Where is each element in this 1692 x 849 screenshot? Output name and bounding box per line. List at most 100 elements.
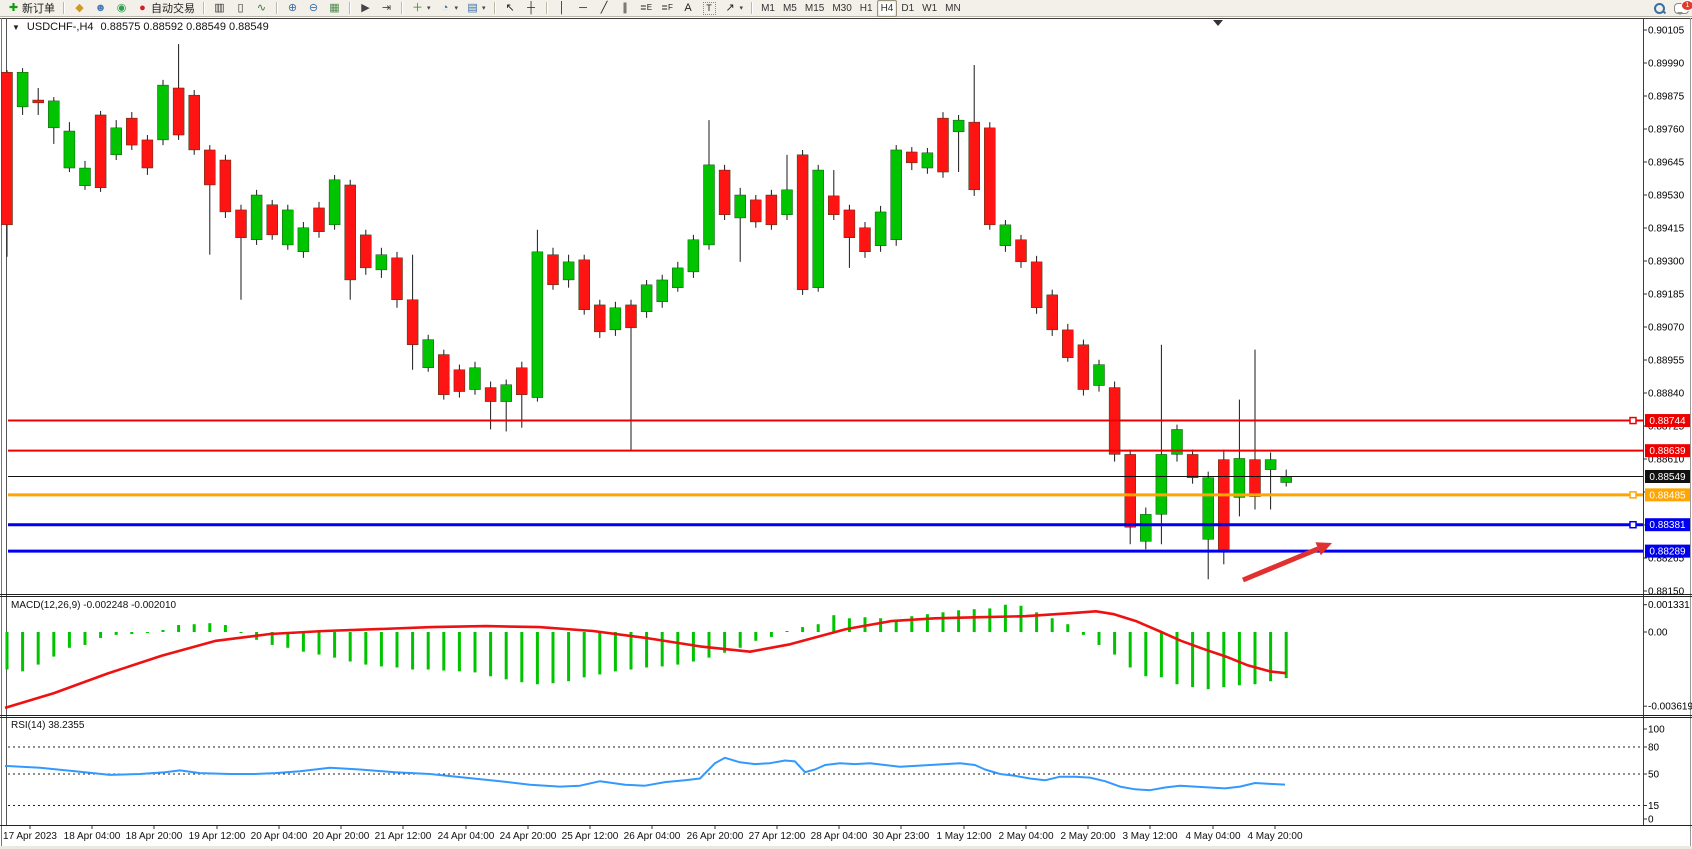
search-icon[interactable] <box>1653 2 1666 15</box>
trendline-button[interactable]: ╱ <box>594 0 615 17</box>
horizontal-line-button[interactable]: ─ <box>573 0 594 17</box>
fibonacci-expansion-button[interactable]: ≣F <box>657 0 678 17</box>
candle-body <box>657 280 668 302</box>
timeframe-button-w1[interactable]: W1 <box>918 0 941 17</box>
macd-histogram-bar <box>99 632 102 638</box>
symbol-dropdown-icon[interactable]: ▼ <box>12 23 20 32</box>
periods-icon: ◔ <box>439 2 452 15</box>
macd-histogram-bar <box>364 632 367 665</box>
auto-trading-button[interactable]: ●自动交易 <box>132 0 199 17</box>
timeframe-button-m5[interactable]: M5 <box>779 0 801 17</box>
arrows-tool-button[interactable]: ↗▾ <box>720 0 748 17</box>
toolbar-separator <box>751 2 753 14</box>
candle-body <box>1000 225 1011 246</box>
macd-histogram-bar <box>583 632 586 677</box>
timeframe-button-d1[interactable]: D1 <box>897 0 918 17</box>
tile-windows-button[interactable]: ▦ <box>324 0 345 17</box>
market-watch-button[interactable]: ◆ <box>69 0 90 17</box>
new-order-button[interactable]: ✚新订单 <box>3 0 59 17</box>
timeframe-button-mn[interactable]: MN <box>941 0 965 17</box>
timeframe-button-m30[interactable]: M30 <box>828 0 855 17</box>
candle-body <box>750 200 761 222</box>
macd-histogram-bar <box>520 632 523 682</box>
bar-chart-button[interactable]: ▥ <box>209 0 230 17</box>
text-label-button[interactable]: T <box>699 0 720 17</box>
profile-button[interactable]: ☻ <box>90 0 111 17</box>
candle <box>267 200 278 240</box>
candle-body <box>844 210 855 238</box>
crosshair-button[interactable]: ┼ <box>521 0 542 17</box>
time-axis-label: 27 Apr 12:00 <box>749 831 806 842</box>
macd-histogram-bar <box>957 610 960 632</box>
candle <box>797 150 808 295</box>
price-tick-label: 0.89185 <box>1648 290 1685 301</box>
candle-body <box>735 195 746 218</box>
candle-body <box>204 150 215 185</box>
channel-button[interactable]: ∥ <box>615 0 636 17</box>
level-line-handle[interactable] <box>1630 492 1636 498</box>
macd-histogram-bar <box>52 632 55 657</box>
macd-histogram-bar <box>1113 632 1116 655</box>
macd-histogram-bar <box>68 632 71 648</box>
auto-scroll-button[interactable]: ▶ <box>355 0 376 17</box>
zoom-in-button[interactable]: ⊕ <box>282 0 303 17</box>
candle <box>251 190 262 245</box>
candlestick-chart-button[interactable]: ▯ <box>230 0 251 17</box>
macd-histogram-bar <box>224 625 227 632</box>
timeframe-button-m15[interactable]: M15 <box>801 0 828 17</box>
chevron-down-icon[interactable]: ▾ <box>482 4 486 12</box>
chevron-down-icon[interactable]: ▾ <box>740 4 744 12</box>
macd-histogram-bar <box>240 632 243 633</box>
macd-histogram-bar <box>973 609 976 632</box>
candle <box>766 190 777 230</box>
candle-body <box>1016 240 1027 262</box>
cursor-button[interactable]: ↖ <box>500 0 521 17</box>
indicators-button[interactable]: ＋▾ <box>407 0 435 17</box>
zoom-out-icon: ⊖ <box>307 2 320 15</box>
candle-body <box>1250 460 1261 497</box>
chat-icon[interactable]: 1 <box>1674 2 1689 14</box>
candle <box>813 165 824 292</box>
macd-histogram-bar <box>442 632 445 671</box>
price-level-badge-label: 0.88289 <box>1649 547 1686 558</box>
templates-button[interactable]: ▤▾ <box>462 0 490 17</box>
periods-button[interactable]: ◔▾ <box>435 0 463 17</box>
candle <box>579 255 590 315</box>
timeframe-button-h4[interactable]: H4 <box>877 0 898 17</box>
chevron-down-icon[interactable]: ▾ <box>427 4 431 12</box>
candle <box>360 230 371 275</box>
text-tool-button[interactable]: A <box>678 0 699 17</box>
chart-shift-button[interactable]: ⇥ <box>376 0 397 17</box>
vertical-line-button[interactable]: │ <box>552 0 573 17</box>
toolbar-separator <box>349 2 351 14</box>
macd-histogram-bar <box>505 632 508 679</box>
candle-body <box>392 258 403 300</box>
candle-body <box>95 115 106 188</box>
candle <box>984 122 995 230</box>
candle <box>1218 450 1229 565</box>
rsi-axis-label: 80 <box>1648 743 1660 754</box>
candle <box>719 165 730 220</box>
fibonacci-expansion-icon: ≣F <box>661 2 674 15</box>
new-order-button-label: 新订单 <box>22 0 55 16</box>
macd-histogram-bar <box>115 632 118 635</box>
timeframe-button-h1[interactable]: H1 <box>856 0 877 17</box>
level-line-handle[interactable] <box>1630 522 1636 528</box>
level-line-handle[interactable] <box>1630 418 1636 424</box>
macd-histogram-bar <box>817 624 820 632</box>
zoom-out-button[interactable]: ⊖ <box>303 0 324 17</box>
timeframe-button-m1[interactable]: M1 <box>757 0 779 17</box>
fibonacci-retracement-button[interactable]: ≣E <box>636 0 657 17</box>
candle-body <box>236 210 247 238</box>
candle-body <box>501 385 512 402</box>
candle-body <box>142 140 153 168</box>
candle-body <box>267 205 278 235</box>
time-axis-label: 4 May 20:00 <box>1247 831 1302 842</box>
chevron-down-icon[interactable]: ▾ <box>455 4 459 12</box>
candle-body <box>875 212 886 246</box>
macd-histogram-bar <box>786 631 789 632</box>
time-axis-label: 19 Apr 12:00 <box>189 831 246 842</box>
signals-button[interactable]: ◉ <box>111 0 132 17</box>
macd-histogram-bar <box>193 624 196 632</box>
line-chart-button[interactable]: ∿ <box>251 0 272 17</box>
